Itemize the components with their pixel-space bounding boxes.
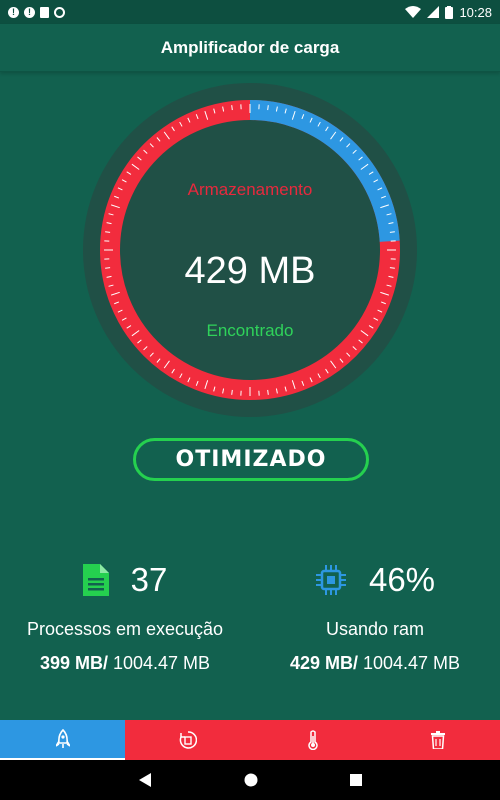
- processes-memory-used: 399 MB/: [39, 653, 108, 673]
- gauge-tick: [231, 389, 233, 395]
- gauge-graphic: [43, 83, 500, 417]
- thermometer-icon: [307, 730, 318, 750]
- clock: 10:28: [459, 4, 492, 20]
- nav-cpu[interactable]: [125, 720, 250, 760]
- battery-icon: [445, 5, 454, 19]
- recents-icon[interactable]: [350, 774, 362, 786]
- page-title: Amplificador de carga: [160, 37, 340, 57]
- nav-junk[interactable]: [375, 720, 500, 760]
- gauge-value: 429 MB: [184, 250, 316, 292]
- nav-boost[interactable]: [0, 720, 125, 760]
- gauge-label-found: Encontrado: [206, 321, 294, 340]
- sd-card-icon: [40, 6, 49, 18]
- processes-memory-total: 1004.47 MB: [107, 653, 211, 673]
- sync-icon: [54, 6, 65, 18]
- gauge-tick: [105, 231, 111, 233]
- notification-icon: !: [8, 6, 19, 18]
- processes-memory: 399 MB/ 1004.47 MB: [0, 653, 250, 674]
- app-bar: Amplificador de carga: [0, 24, 500, 72]
- processes-stat: 37 Processos em execução 399 MB/ 1004.47…: [0, 555, 250, 674]
- status-bar: ! ! 10:28: [0, 0, 500, 24]
- optimize-button[interactable]: OTIMIZADO: [133, 438, 369, 481]
- signal-icon: [427, 6, 440, 18]
- ram-memory: 429 MB/ 1004.47 MB: [250, 653, 500, 674]
- ram-memory-used: 429 MB/: [289, 653, 358, 673]
- ram-label: Usando ram: [325, 619, 425, 639]
- document-icon: [82, 564, 109, 596]
- notification-icon: !: [24, 6, 35, 18]
- chip-icon: [315, 565, 346, 595]
- gauge-tick: [267, 105, 269, 111]
- gauge-label-storage: Armazenamento: [187, 180, 313, 199]
- nav-temperature[interactable]: [250, 720, 375, 760]
- processes-label: Processos em execução: [26, 619, 224, 639]
- system-nav: [0, 760, 500, 800]
- trash-icon: [430, 731, 445, 749]
- ram-memory-total: 1004.47 MB: [357, 653, 461, 673]
- home-icon[interactable]: [244, 773, 258, 787]
- rocket-icon: [55, 729, 70, 748]
- gauge-tick: [267, 389, 269, 395]
- processes-count: 37: [130, 561, 168, 598]
- gauge-tick: [231, 105, 233, 111]
- ram-stat: 46% Usando ram 429 MB/ 1004.47 MB: [250, 555, 500, 674]
- bottom-nav: [0, 720, 500, 760]
- cpu-refresh-icon: [179, 731, 197, 749]
- ram-percent: 46%: [368, 561, 436, 598]
- wifi-icon: [405, 6, 422, 18]
- gauge-tick: [389, 231, 395, 233]
- back-icon[interactable]: [138, 773, 152, 787]
- storage-gauge: Armazenamento 429 MB Encontrado: [0, 72, 500, 422]
